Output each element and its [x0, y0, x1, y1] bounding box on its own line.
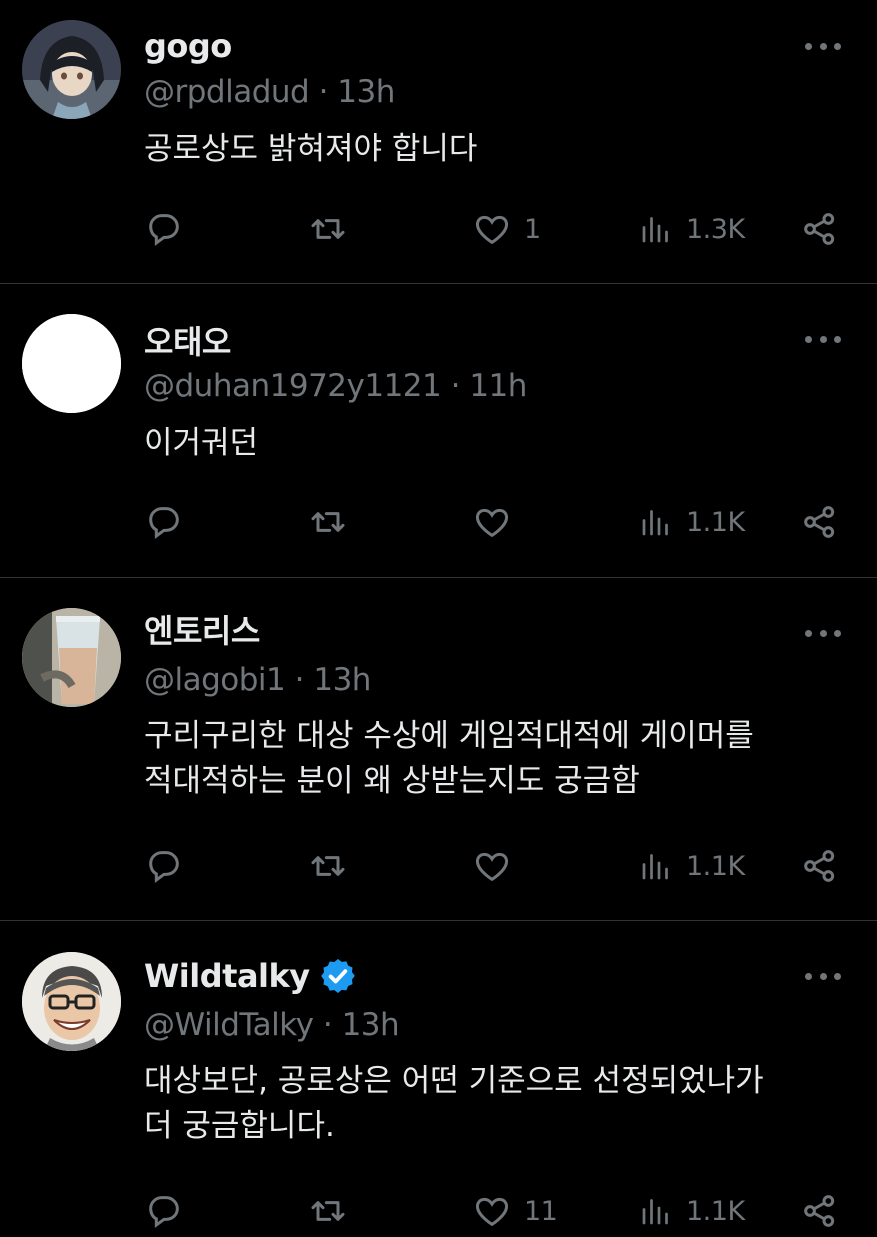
view-count: 1.1K [686, 1195, 745, 1227]
timestamp[interactable]: 13h [313, 662, 371, 698]
retweet-icon [311, 1201, 345, 1221]
like-button[interactable]: 1 [472, 207, 541, 251]
tweet-text: 구리구리한 대상 수상에 게임적대적에 게이머를 적대적하는 분이 왜 상받는지… [144, 714, 844, 804]
tweet-text: 대상보단, 공로상은 어떤 기준으로 선정되었나가 더 궁금합니다. [144, 1059, 844, 1149]
avatar[interactable] [22, 20, 121, 119]
tweet-text: 이거궈던 [144, 425, 259, 461]
display-name[interactable]: 오태오 [144, 317, 231, 363]
views-icon [642, 1199, 668, 1225]
tweet-text: 공로상도 밝혀져야 합니다 [144, 131, 478, 167]
share-button[interactable] [800, 207, 840, 251]
heart-icon [475, 1197, 509, 1227]
timestamp[interactable]: 11h [469, 368, 527, 404]
views-icon [642, 217, 668, 243]
blank-white-avatar-image [22, 314, 121, 413]
reply-button[interactable] [144, 1189, 184, 1233]
handle-row: @WildTalky · 13h [144, 1007, 400, 1043]
reply-button[interactable] [144, 500, 184, 544]
share-icon [804, 850, 835, 882]
retweet-icon [311, 512, 345, 532]
reply-icon [149, 851, 179, 883]
tweet-text-line: 더 궁금합니다. [144, 1108, 335, 1144]
name-row: gogo [144, 24, 232, 68]
retweet-button[interactable] [307, 1189, 349, 1233]
display-name[interactable]: Wildtalky [144, 957, 310, 995]
views-icon [642, 854, 668, 880]
reply-button[interactable] [144, 207, 184, 251]
reply-icon [149, 507, 179, 539]
tweet-text-line: 대상보단, 공로상은 어떤 기준으로 선정되었나가 [144, 1063, 764, 1099]
handle[interactable]: @lagobi1 [144, 662, 286, 698]
action-bar: 1.1K [144, 500, 844, 544]
tweet[interactable]: Wildtalky @WildTalky · 13h 대상보단, 공로상은 어떤… [0, 921, 877, 1237]
like-button[interactable] [472, 844, 512, 888]
handle-row: @duhan1972y1121 · 11h [144, 368, 527, 404]
verified-badge-icon[interactable] [318, 956, 358, 996]
retweet-button[interactable] [307, 500, 349, 544]
handle[interactable]: @rpdladud [144, 74, 310, 110]
views-icon [642, 510, 668, 536]
view-count: 1.1K [686, 506, 745, 538]
name-row: 오태오 [144, 318, 231, 362]
share-button[interactable] [800, 500, 840, 544]
tweet-text-line: 구리구리한 대상 수상에 게임적대적에 게이머를 [144, 718, 754, 754]
separator: · [322, 1007, 333, 1043]
heart-icon [475, 215, 509, 245]
retweet-icon [311, 219, 345, 239]
retweet-icon [311, 856, 345, 876]
views-button[interactable]: 1.3K [638, 207, 745, 251]
action-bar: 11 1.1K [144, 1189, 844, 1233]
heart-icon [475, 508, 509, 538]
tweet[interactable]: gogo @rpdladud · 13h 공로상도 밝혀져야 합니다 1 1.3… [0, 0, 877, 283]
drink-cup-photo-avatar-image [22, 608, 121, 707]
more-options-icon[interactable] [805, 969, 841, 983]
timestamp[interactable]: 13h [337, 74, 395, 110]
like-count: 1 [524, 213, 541, 245]
reply-icon [149, 1196, 179, 1228]
avatar[interactable] [22, 608, 121, 707]
share-button[interactable] [800, 844, 840, 888]
handle[interactable]: @duhan1972y1121 [144, 368, 442, 404]
share-icon [804, 1195, 835, 1227]
more-options-icon[interactable] [805, 332, 841, 346]
display-name[interactable]: gogo [144, 27, 232, 65]
share-button[interactable] [800, 1189, 840, 1233]
retweet-button[interactable] [307, 844, 349, 888]
action-bar: 1 1.3K [144, 207, 844, 251]
like-button[interactable] [472, 500, 512, 544]
separator: · [294, 662, 305, 698]
display-name[interactable]: 엔토리스 [144, 606, 260, 652]
action-bar: 1.1K [144, 844, 844, 888]
like-button[interactable]: 11 [472, 1189, 558, 1233]
view-count: 1.1K [686, 850, 745, 882]
avatar[interactable] [22, 952, 121, 1051]
handle-row: @lagobi1 · 13h [144, 662, 371, 698]
anime-character-avatar-image [22, 20, 121, 119]
tweet[interactable]: 오태오 @duhan1972y1121 · 11h 이거궈던 1.1K [0, 284, 877, 577]
timestamp[interactable]: 13h [342, 1007, 400, 1043]
name-row: 엔토리스 [144, 607, 260, 651]
view-count: 1.3K [686, 213, 745, 245]
tweet[interactable]: 엔토리스 @lagobi1 · 13h 구리구리한 대상 수상에 게임적대적에 … [0, 578, 877, 920]
more-options-icon[interactable] [805, 39, 841, 53]
handle-row: @rpdladud · 13h [144, 74, 395, 110]
views-button[interactable]: 1.1K [638, 500, 745, 544]
handle[interactable]: @WildTalky [144, 1007, 314, 1043]
views-button[interactable]: 1.1K [638, 844, 745, 888]
tweet-text-line: 적대적하는 분이 왜 상받는지도 궁금함 [144, 763, 640, 799]
reply-button[interactable] [144, 844, 184, 888]
share-icon [804, 506, 835, 538]
retweet-button[interactable] [307, 207, 349, 251]
separator: · [318, 74, 329, 110]
reply-icon [149, 214, 179, 246]
avatar[interactable] [22, 314, 121, 413]
more-options-icon[interactable] [805, 626, 841, 640]
views-button[interactable]: 1.1K [638, 1189, 745, 1233]
separator: · [450, 368, 461, 404]
like-count: 11 [524, 1195, 558, 1227]
cartoon-man-glasses-avatar-image [22, 952, 121, 1051]
share-icon [804, 213, 835, 245]
heart-icon [475, 852, 509, 882]
name-row: Wildtalky [144, 954, 358, 998]
